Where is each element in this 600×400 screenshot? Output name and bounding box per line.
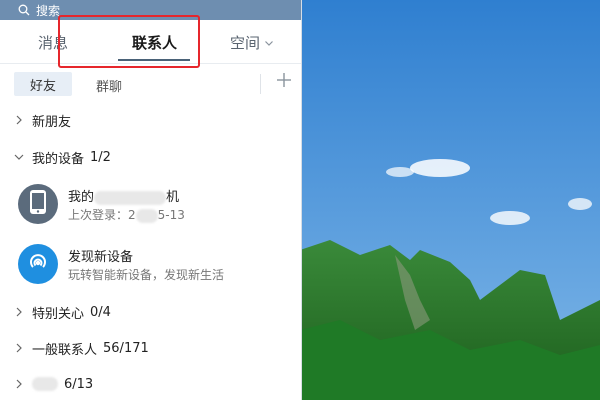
search-icon (18, 4, 30, 16)
group-count: 0/4 (90, 304, 111, 320)
divider (260, 74, 261, 94)
phone-icon (28, 189, 48, 219)
avatar (18, 184, 58, 224)
contact-status: 玩转智能新设备，发现新生活 (68, 268, 225, 282)
contact-name: 我的 机 (68, 186, 179, 205)
contact-name-prefix: 我的 (68, 190, 95, 205)
group-count: 56/171 (103, 340, 149, 356)
chevron-right-icon (14, 307, 24, 317)
contact-status: 上次登录：2 5-13 (68, 206, 185, 223)
blurred-group-name (32, 377, 58, 391)
tab-space-label: 空间 (230, 34, 261, 52)
tab-space[interactable]: 空间 (230, 32, 274, 53)
signal-icon (26, 250, 50, 278)
group-blurred[interactable]: 6/13 (0, 370, 301, 398)
blurred-name (94, 190, 167, 205)
search-placeholder: 搜索 (36, 3, 61, 18)
chevron-down-icon (14, 152, 24, 162)
group-label: 特别关心 (32, 306, 85, 322)
contact-discover-device[interactable]: 发现新设备 玩转智能新设备，发现新生活 (0, 236, 301, 290)
chevron-right-icon (14, 379, 24, 389)
contact-subtabs: 好友 群聊 (0, 64, 301, 100)
subtab-groups[interactable]: 群聊 (96, 76, 122, 95)
contact-my-phone[interactable]: 我的 机 上次登录：2 5-13 (0, 176, 301, 230)
group-special-care[interactable]: 特别关心 0/4 (0, 298, 301, 326)
plus-icon (276, 72, 292, 92)
avatar (18, 244, 58, 284)
red-highlight-box (58, 15, 200, 68)
chevron-down-icon (264, 38, 274, 48)
chevron-right-icon (14, 343, 24, 353)
contact-status-prefix: 上次登录：2 (68, 208, 136, 222)
group-label: 一般联系人 (32, 342, 98, 358)
contact-name-suffix: 机 (166, 190, 180, 205)
group-my-devices[interactable]: 我的设备 1/2 (0, 143, 301, 171)
group-count: 6/13 (64, 376, 94, 392)
group-label: 新朋友 (32, 114, 72, 130)
group-label: 我的设备 (32, 151, 85, 167)
contact-status-suffix: 5-13 (157, 208, 185, 222)
group-count: 1/2 (90, 149, 111, 165)
chevron-right-icon (14, 115, 24, 125)
group-new-friends[interactable]: 新朋友 (0, 106, 301, 134)
subtab-friends[interactable]: 好友 (14, 72, 72, 96)
contact-name: 发现新设备 (68, 250, 134, 265)
qq-main-panel: 搜索 消息 联系人 空间 好友 群聊 新朋友 我的设备 1/2 我的 机 上次登… (0, 0, 302, 400)
group-general-contacts[interactable]: 一般联系人 56/171 (0, 334, 301, 362)
add-button[interactable] (274, 72, 294, 92)
blurred-date (135, 208, 158, 223)
